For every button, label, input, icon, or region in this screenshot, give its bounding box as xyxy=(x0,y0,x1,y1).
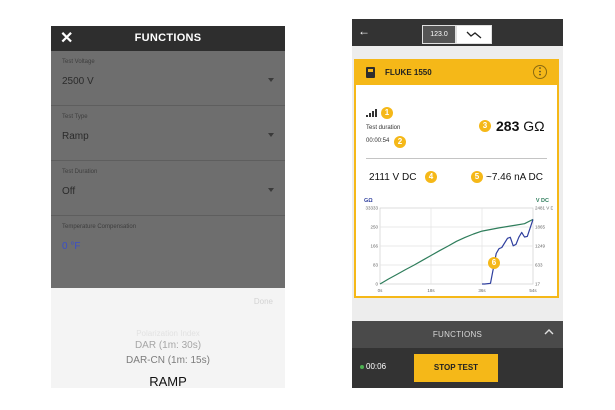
functions-title: FUNCTIONS xyxy=(134,32,202,44)
resistance-value: 283 xyxy=(496,118,520,134)
settings-list-dimmed: Test Voltage 2500 V Test Type Ramp Test … xyxy=(51,51,285,288)
field-value: 2500 V xyxy=(62,76,94,87)
right-tick-label: 2481 V DC xyxy=(535,206,553,211)
chevron-up-icon[interactable] xyxy=(544,327,554,337)
x-tick-label: 54s xyxy=(529,288,537,293)
test-type-picker[interactable]: Done Polarization Index DAR (1m: 30s) DA… xyxy=(51,288,285,388)
functions-bar-title: FUNCTIONS xyxy=(432,330,483,339)
right-axis-title: V DC xyxy=(536,198,549,204)
functions-header: ✕ FUNCTIONS xyxy=(51,26,285,51)
left-axis-title: GΩ xyxy=(364,198,373,204)
device-card: FLUKE 1550 ⋮ 1 Test duration 00:00:54 2 … xyxy=(354,59,559,298)
callout-badge: 1 xyxy=(381,107,393,119)
left-tick-label: 83 xyxy=(373,263,379,268)
trend-chart: 0s 18s 36s 54s 0 83 166 250 33333 17 633 1249 1865 24… xyxy=(364,198,553,293)
resistance-unit: GΩ xyxy=(523,118,545,134)
top-bar: ← 123.0 xyxy=(352,19,563,46)
field-temperature-compensation[interactable]: Temperature Compensation 0 °F xyxy=(51,216,285,270)
x-tick-label: 18s xyxy=(427,288,435,293)
field-test-duration[interactable]: Test Duration Off xyxy=(51,161,285,216)
device-name: FLUKE 1550 xyxy=(385,68,432,77)
picker-option-selected[interactable]: RAMP xyxy=(51,374,285,388)
series-line-resistance xyxy=(379,218,534,285)
field-test-type[interactable]: Test Type Ramp xyxy=(51,106,285,161)
right-tick-label: 1249 xyxy=(535,244,546,249)
left-tick-label: 166 xyxy=(370,244,378,249)
resistance-reading: 283 GΩ xyxy=(496,118,545,134)
test-control-bar: 00:06 STOP TEST xyxy=(352,348,563,388)
stop-test-button[interactable]: STOP TEST xyxy=(414,354,498,382)
current-reading: ~7.46 nA DC xyxy=(486,172,543,183)
done-button[interactable]: Done xyxy=(254,297,273,306)
dropdown-arrow-icon[interactable] xyxy=(268,188,274,192)
callout-badge: 2 xyxy=(394,136,406,148)
device-icon xyxy=(366,67,375,78)
device-card-header: FLUKE 1550 ⋮ xyxy=(356,61,557,85)
functions-bar[interactable]: FUNCTIONS xyxy=(352,321,563,348)
right-tick-label: 1865 xyxy=(535,225,546,230)
voltage-reading: 2111 V DC xyxy=(369,172,417,183)
left-tick-label: 33333 xyxy=(365,206,378,211)
signal-strength-icon xyxy=(366,109,377,117)
picker-option[interactable]: DAR-CN (1m: 15s) xyxy=(51,355,285,366)
callout-badge: 5 xyxy=(471,171,483,183)
field-label: Test Duration xyxy=(62,169,98,175)
right-tick-label: 633 xyxy=(535,263,543,268)
tab-graph[interactable] xyxy=(456,25,492,44)
field-label: Test Type xyxy=(62,114,88,120)
functions-screen: ✕ FUNCTIONS Test Voltage 2500 V Test Typ… xyxy=(51,26,285,388)
kebab-menu-icon[interactable]: ⋮ xyxy=(533,65,547,79)
dropdown-arrow-icon[interactable] xyxy=(268,78,274,82)
left-tick-label: 250 xyxy=(370,225,378,230)
field-value: 0 °F xyxy=(62,241,81,252)
callout-badge: 6 xyxy=(488,257,500,269)
field-test-voltage[interactable]: Test Voltage 2500 V xyxy=(51,51,285,106)
tab-numeric[interactable]: 123.0 xyxy=(422,25,456,44)
left-tick-label: 0 xyxy=(375,282,378,287)
trend-graph-icon xyxy=(466,31,482,39)
live-test-screen: ← 123.0 FLUKE 1550 ⋮ 1 Test duration 00:… xyxy=(352,19,563,388)
elapsed-timer: 00:06 xyxy=(366,362,387,371)
callout-badge: 4 xyxy=(425,171,437,183)
field-label: Test Voltage xyxy=(62,59,95,65)
picker-option[interactable]: Polarization Index xyxy=(51,329,285,338)
field-value: Off xyxy=(62,186,76,197)
callout-badge: 3 xyxy=(479,120,491,132)
arrow-left-icon[interactable]: ← xyxy=(358,24,370,38)
field-label: Temperature Compensation xyxy=(62,224,137,230)
picker-option[interactable]: DAR (1m: 30s) xyxy=(51,340,285,351)
field-value: Ramp xyxy=(62,131,89,142)
status-dot xyxy=(360,365,364,369)
test-duration-value: 00:00:54 xyxy=(366,138,390,144)
x-tick-label: 36s xyxy=(478,288,486,293)
test-duration-label: Test duration xyxy=(366,125,401,131)
x-tick-label: 0s xyxy=(378,288,384,293)
right-tick-label: 17 xyxy=(535,282,541,287)
divider xyxy=(366,158,547,159)
dropdown-arrow-icon[interactable] xyxy=(268,133,274,137)
